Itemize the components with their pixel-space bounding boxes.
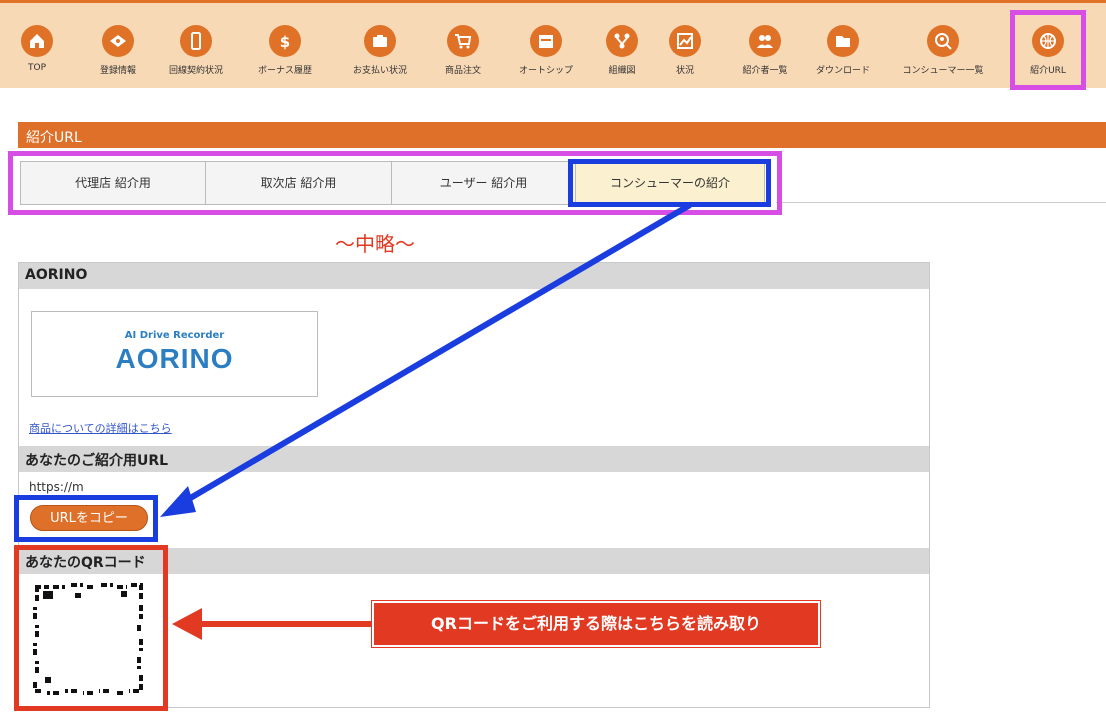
nav-item-label: 紹介者一覧 xyxy=(742,66,788,76)
folder-icon xyxy=(827,25,859,57)
network-icon xyxy=(606,25,638,57)
tag-icon xyxy=(102,25,134,57)
search-user-icon xyxy=(927,25,959,57)
consumer-tab-highlight xyxy=(568,159,771,207)
nav-item-4[interactable]: $ ボーナス履歴 xyxy=(240,25,330,76)
tab-divider xyxy=(776,202,1106,203)
referral-url-heading: あなたのご紹介用URL xyxy=(19,446,929,472)
nav-item-9[interactable]: 状況 xyxy=(640,25,730,76)
nav-item-5[interactable]: お支払い状況 xyxy=(335,25,425,76)
logo-wordmark: AORINO xyxy=(115,343,234,374)
nav-item-label: TOP xyxy=(27,63,46,73)
nav-item-label: お支払い状況 xyxy=(352,66,407,76)
section-header: 紹介URL xyxy=(18,122,1106,148)
nav-item-label: 状況 xyxy=(675,66,694,76)
logo-subtitle: AI Drive Recorder xyxy=(124,330,225,341)
qr-highlight-frame xyxy=(14,545,168,711)
nav-item-3[interactable]: 回線契約状況 xyxy=(151,25,241,76)
svg-text:$: $ xyxy=(280,33,290,50)
nav-item-6[interactable]: 商品注文 xyxy=(418,25,508,76)
nav-item-2[interactable]: 登録情報 xyxy=(73,25,163,76)
product-detail-link[interactable]: 商品についての詳細はこちら xyxy=(29,420,172,436)
omission-note: ～中略～ xyxy=(335,232,415,256)
referral-url: https://m xyxy=(29,480,84,494)
nav-item-1[interactable]: TOP xyxy=(0,25,82,73)
nav-item-11[interactable]: ダウンロード xyxy=(798,25,888,76)
home-icon xyxy=(21,25,53,57)
phone-icon xyxy=(180,25,212,57)
nav-item-label: 商品注文 xyxy=(444,66,481,76)
nav-item-label: 登録情報 xyxy=(99,66,136,76)
page: TOP 登録情報 回線契約状況 $ ボーナス履歴 お支払い状況 商品注文 オートシップ 組織図状… xyxy=(0,0,1106,716)
users-icon xyxy=(749,25,781,57)
nav-item-10[interactable]: 紹介者一覧 xyxy=(720,25,810,76)
wallet-icon xyxy=(364,25,396,57)
nav-item-label: 回線契約状況 xyxy=(168,66,223,76)
cart-icon xyxy=(447,25,479,57)
section-title: 紹介URL xyxy=(26,130,82,146)
dollar-icon: $ xyxy=(269,25,301,57)
nav-item-label: ボーナス履歴 xyxy=(257,66,312,76)
product-heading: AORINO xyxy=(19,263,929,289)
qr-callout: QRコードをご利用する際はこちらを読み取り xyxy=(371,600,821,648)
copy-button-highlight xyxy=(14,495,158,542)
nav-item-label: コンシューマー一覧 xyxy=(902,66,984,76)
top-nav: TOP 登録情報 回線契約状況 $ ボーナス履歴 お支払い状況 商品注文 オートシップ 組織図状… xyxy=(0,0,1106,88)
nav-highlight-frame xyxy=(1010,10,1086,90)
calendar-icon xyxy=(530,25,562,57)
product-logo[interactable]: AI Drive Recorder AORINO xyxy=(31,311,318,397)
nav-item-label: ダウンロード xyxy=(815,66,870,76)
nav-item-12[interactable]: コンシューマー一覧 xyxy=(898,25,988,76)
chart-icon xyxy=(669,25,701,57)
